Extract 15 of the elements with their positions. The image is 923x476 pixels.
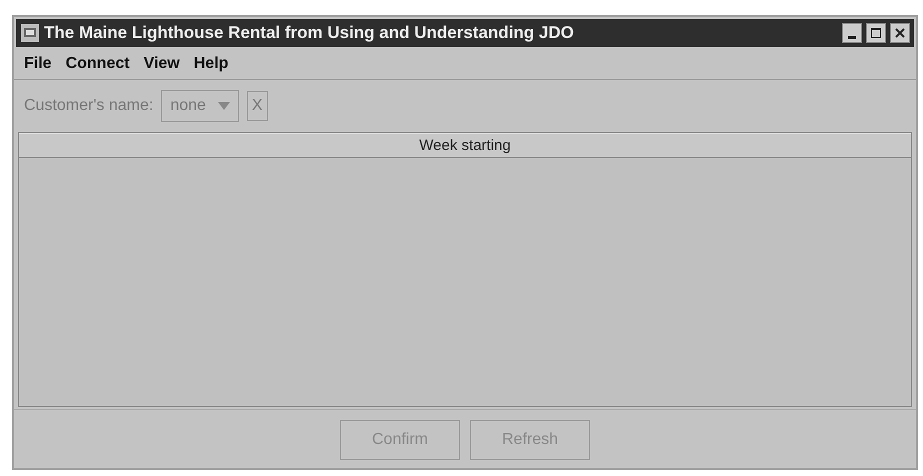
menu-item[interactable]: Connect	[66, 55, 130, 73]
maximize-button[interactable]	[866, 23, 886, 43]
menu-item[interactable]: View	[144, 55, 180, 73]
minimize-icon	[848, 36, 856, 38]
app-icon	[20, 23, 40, 43]
caret-icon	[218, 102, 230, 110]
customer-label: Customer's name:	[24, 97, 154, 115]
close-button[interactable]	[890, 23, 910, 43]
close-icon	[894, 27, 906, 39]
window-title: The Maine Lighthouse Rental from Using and Understanding JDO	[44, 23, 575, 43]
menu-item[interactable]: File	[24, 55, 52, 73]
menu-item[interactable]: Help	[194, 55, 228, 73]
column-header[interactable]: Week starting	[19, 133, 911, 158]
maximize-icon	[870, 27, 882, 39]
minimize-button[interactable]	[842, 23, 862, 43]
